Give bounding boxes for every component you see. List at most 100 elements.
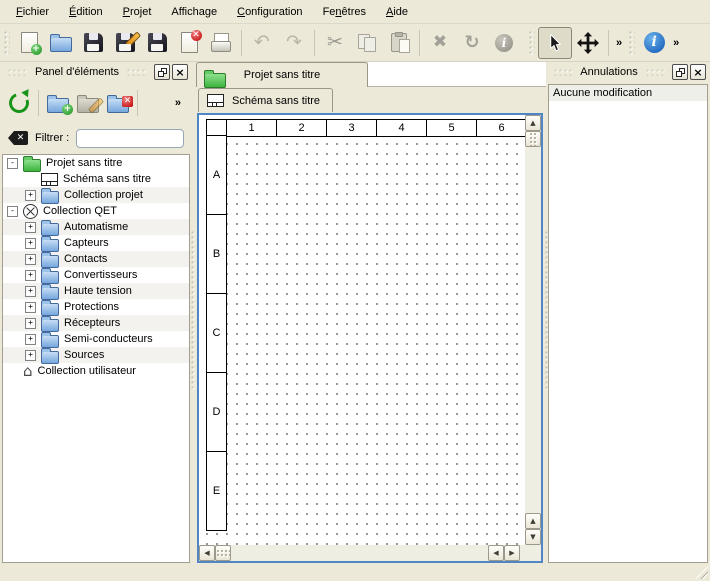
column-header: 3 [326,119,377,137]
menu-projet[interactable]: Projet [113,2,162,22]
row-headers: A B C D E [206,136,227,531]
tree-item-recepteurs[interactable]: + Récepteurs [3,315,189,331]
expand-icon[interactable]: + [25,238,36,249]
horizontal-scroll-thumb[interactable] [215,545,231,561]
move-mode-button[interactable] [572,27,604,59]
dock-texture [645,68,665,76]
tree-item-semi-conducteurs[interactable]: + Semi-conducteurs [3,331,189,347]
copy-button[interactable] [351,27,383,59]
expand-icon[interactable]: + [25,318,36,329]
delete-category-button[interactable]: ✕ [103,88,133,118]
tree-item-automatisme[interactable]: + Automatisme [3,219,189,235]
scroll-left-button[interactable]: ◀ [199,545,215,561]
pencil-icon [88,97,104,113]
select-mode-button[interactable] [538,27,572,59]
undo-list-item[interactable]: Aucune modification [549,85,707,101]
clear-filter-button[interactable]: ✕ [8,131,28,145]
reload-icon [6,90,33,117]
delete-button[interactable]: ✖ [424,27,456,59]
open-document-button[interactable] [45,27,77,59]
tree-item-sources[interactable]: + Sources [3,347,189,363]
tree-item-convertisseurs[interactable]: + Convertisseurs [3,267,189,283]
close-document-button[interactable]: ✕ [173,27,205,59]
new-document-button[interactable]: + [13,27,45,59]
filter-input[interactable] [76,129,184,148]
tree-item-projet-sans-titre[interactable]: - Projet sans titre [3,155,189,171]
expand-icon[interactable]: + [25,334,36,345]
scroll-right-button[interactable]: ▶ [504,545,520,561]
dock-close-button[interactable]: × [690,64,706,80]
expand-icon[interactable]: + [25,270,36,281]
save-all-button[interactable] [141,27,173,59]
redo-button[interactable]: ↷ [278,27,310,59]
toolbar-overflow-button[interactable]: » [613,37,625,49]
expand-icon[interactable]: + [25,286,36,297]
element-infos-button[interactable]: i [488,27,520,59]
save-as-button[interactable] [109,27,141,59]
reload-collections-button[interactable] [4,88,34,118]
menu-aide[interactable]: Aide [376,2,418,22]
elements-panel-header[interactable]: Panel d'éléments × [2,62,190,82]
tab-schema-sans-titre[interactable]: Schéma sans titre [198,88,333,112]
paste-button[interactable] [383,27,415,59]
toolbar-drag-handle[interactable] [628,30,635,56]
diagram-canvas[interactable]: 1 2 3 4 5 6 A B C D E [199,115,525,545]
row-header: D [206,372,227,452]
delete-category-icon: ✕ [107,98,129,113]
expand-icon[interactable]: + [25,222,36,233]
tree-item-haute-tension[interactable]: + Haute tension [3,283,189,299]
menu-affichage[interactable]: Affichage [161,2,227,22]
diagram-infos-button[interactable]: i [638,27,670,59]
scroll-up-button[interactable]: ▲ [525,513,541,529]
tree-item-capteurs[interactable]: + Capteurs [3,235,189,251]
save-button[interactable] [77,27,109,59]
collapse-icon[interactable]: - [7,158,18,169]
collapse-icon[interactable]: - [7,206,18,217]
expand-icon[interactable]: + [25,254,36,265]
cut-button[interactable]: ✂ [319,27,351,59]
undo-button[interactable]: ↶ [246,27,278,59]
tree-item-contacts[interactable]: + Contacts [3,251,189,267]
menu-fenetres[interactable]: Fenêtres [313,2,376,22]
dock-float-button[interactable] [672,64,688,80]
project-tab-icon [204,73,226,88]
expand-icon[interactable]: + [25,190,36,201]
toolbar-drag-handle[interactable] [528,30,535,56]
scroll-up-button[interactable]: ▲ [525,115,541,131]
edit-category-button[interactable] [73,88,103,118]
column-header: 6 [476,119,525,137]
dock-close-button[interactable]: × [172,64,188,80]
tree-item-collection-projet[interactable]: + Collection projet [3,187,189,203]
horizontal-scrollbar[interactable]: ◀ ◀ ▶ [199,545,520,561]
menu-configuration[interactable]: Configuration [227,2,312,22]
rotate-button[interactable]: ↻ [456,27,488,59]
tree-item-collection-utilisateur[interactable]: ⌂ Collection utilisateur [3,363,189,379]
scroll-left-button[interactable]: ◀ [488,545,504,561]
folder-icon [41,335,59,348]
left-splitter-handle[interactable] [190,230,195,390]
new-category-button[interactable]: + [43,88,73,118]
undo-panel-header[interactable]: Annulations × [548,62,708,82]
tree-item-collection-qet[interactable]: - Collection QET [3,203,189,219]
collections-tree: - Projet sans titre Schéma sans titre + … [2,154,190,563]
tree-item-protections[interactable]: + Protections [3,299,189,315]
expand-icon[interactable]: + [25,350,36,361]
undo-icon: ↶ [254,33,270,52]
menu-edition[interactable]: Édition [59,2,113,22]
resize-grip-icon[interactable] [695,566,708,579]
vertical-scrollbar[interactable]: ▲ ▲ ▼ [525,115,541,545]
toolbar-drag-handle[interactable] [3,30,10,56]
vertical-scroll-thumb[interactable] [525,131,541,147]
tab-projet-sans-titre[interactable]: Projet sans titre [196,62,368,87]
undo-history-list: Aucune modification [548,84,708,563]
dock-texture [553,68,573,76]
tree-item-label: Protections [64,301,119,313]
tree-item-schema-sans-titre[interactable]: Schéma sans titre [3,171,189,187]
menu-fichier[interactable]: Fichier [6,2,59,22]
toolbar-overflow-button[interactable]: » [670,37,682,49]
expand-icon[interactable]: + [25,302,36,313]
panel-overflow-button[interactable]: » [172,97,184,109]
scroll-down-button[interactable]: ▼ [525,529,541,545]
dock-float-button[interactable] [154,64,170,80]
print-button[interactable] [205,27,237,59]
